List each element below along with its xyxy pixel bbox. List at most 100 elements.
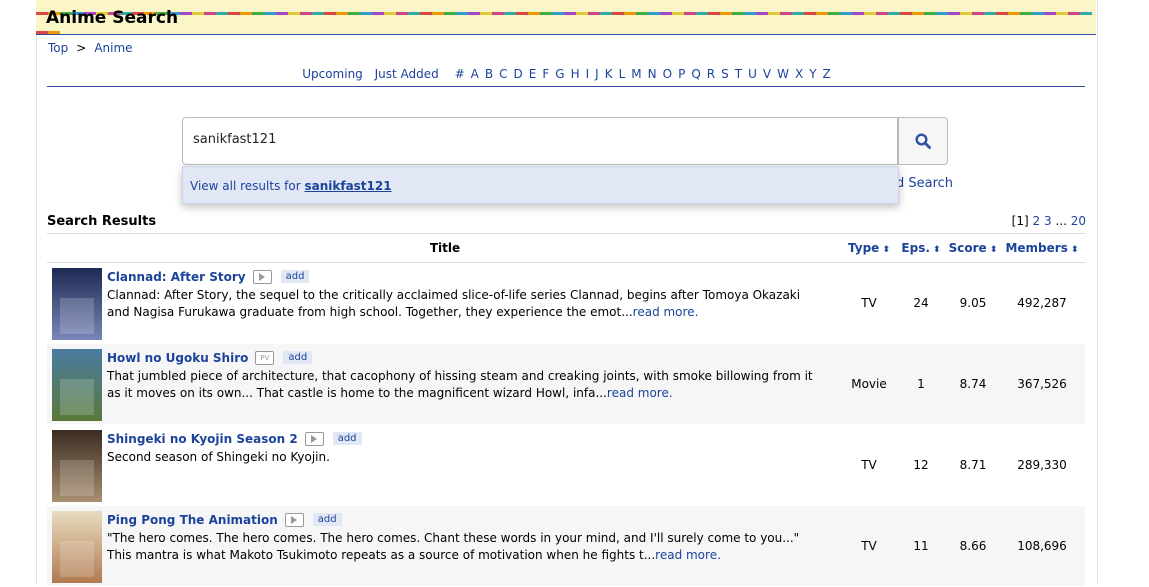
members-sort-header[interactable]: Members ⬍: [999, 233, 1085, 263]
stripe-segment: [792, 12, 804, 15]
letter-link-p[interactable]: P: [678, 67, 685, 81]
letter-link-s[interactable]: S: [721, 67, 729, 81]
read-more-link[interactable]: read more.: [633, 305, 699, 319]
pv-trailer-icon[interactable]: PV: [255, 350, 275, 365]
search-button[interactable]: [898, 117, 948, 165]
stripe-segment: [708, 12, 720, 15]
stripe-segment: [864, 12, 876, 15]
stripe-segment: [396, 12, 408, 15]
letter-navigation: Upcoming Just Added # A B C D E F G H I J K L M N O P Q R S…: [47, 67, 1085, 87]
stripe-segment: [276, 12, 288, 15]
synopsis: "The hero comes. The hero comes. The her…: [107, 530, 817, 564]
stripe-segment: [1068, 12, 1080, 15]
add-to-list-button[interactable]: add: [280, 270, 310, 283]
anime-title-link[interactable]: Shingeki no Kyojin Season 2: [107, 432, 298, 446]
letter-link-g[interactable]: G: [555, 67, 564, 81]
anime-title-link[interactable]: Ping Pong The Animation: [107, 513, 278, 527]
breadcrumb: Top > Anime: [48, 41, 133, 55]
stripe-segment: [516, 12, 528, 15]
add-to-list-button[interactable]: add: [283, 351, 313, 364]
play-trailer-icon[interactable]: [304, 431, 324, 446]
anime-thumbnail[interactable]: [52, 511, 102, 583]
letter-link-t[interactable]: T: [735, 67, 742, 81]
add-to-list-button[interactable]: add: [312, 513, 342, 526]
letter-link-h[interactable]: H: [571, 67, 580, 81]
members-cell: 367,526: [999, 343, 1085, 425]
stripe-segment: [432, 12, 444, 15]
type-sort-header[interactable]: Type ⬍: [843, 233, 895, 263]
letter-link-w[interactable]: W: [777, 67, 789, 81]
letter-link-k[interactable]: K: [605, 67, 613, 81]
add-to-list-button[interactable]: add: [332, 432, 362, 445]
result-row: Shingeki no Kyojin Season 2 add Second s…: [47, 424, 1085, 506]
title-info-cell: Ping Pong The Animation add "The hero co…: [107, 505, 843, 587]
letter-link-d[interactable]: D: [514, 67, 523, 81]
stripe-segment: [300, 12, 312, 15]
letter-link-r[interactable]: R: [707, 67, 715, 81]
score-cell: 9.05: [947, 262, 999, 344]
anime-title-link[interactable]: Clannad: After Story: [107, 270, 246, 284]
view-all-results-item[interactable]: View all results for sanikfast121: [190, 179, 392, 193]
page-3-link[interactable]: 3: [1044, 214, 1052, 228]
stripe-segment: [240, 12, 252, 15]
read-more-link[interactable]: read more.: [655, 548, 721, 562]
stripe-segment: [384, 12, 396, 15]
results-header-row: Title Type ⬍ Eps. ⬍ Score ⬍ Members ⬍: [47, 233, 1085, 263]
letter-link-q[interactable]: Q: [691, 67, 700, 81]
letter-link-b[interactable]: B: [485, 67, 493, 81]
letter-link-c[interactable]: C: [499, 67, 507, 81]
advanced-search-link[interactable]: d Search: [896, 176, 953, 191]
stripe-segment: [252, 12, 264, 15]
letter-link-hash[interactable]: #: [455, 67, 465, 81]
anime-thumbnail[interactable]: [52, 268, 102, 340]
page-2-link[interactable]: 2: [1033, 214, 1041, 228]
letter-link-y[interactable]: Y: [809, 67, 816, 81]
letter-link-i[interactable]: I: [586, 67, 590, 81]
breadcrumb-top-link[interactable]: Top: [48, 41, 68, 55]
stripe-segment: [612, 12, 624, 15]
stripe-segment: [660, 12, 672, 15]
stripe-segment: [984, 12, 996, 15]
anime-title-link[interactable]: Howl no Ugoku Shiro: [107, 351, 248, 365]
letter-link-x[interactable]: X: [795, 67, 803, 81]
letter-link-l[interactable]: L: [619, 67, 626, 81]
thumbnail-cell: [47, 343, 107, 425]
letter-link-e[interactable]: E: [529, 67, 537, 81]
stripe-segment: [492, 12, 504, 15]
search-input[interactable]: [193, 132, 883, 147]
sort-icon: ⬍: [1067, 245, 1079, 255]
page-header: Anime Search: [36, 0, 1096, 35]
read-more-link[interactable]: read more.: [607, 386, 673, 400]
letter-link-n[interactable]: N: [648, 67, 657, 81]
page-last-link[interactable]: 20: [1071, 214, 1086, 228]
letter-link-v[interactable]: V: [763, 67, 771, 81]
letter-link-a[interactable]: A: [471, 67, 479, 81]
upcoming-link[interactable]: Upcoming: [302, 67, 363, 81]
stripe-segment: [744, 12, 756, 15]
stripe-segment: [732, 12, 744, 15]
letter-link-m[interactable]: M: [631, 67, 641, 81]
score-header-label: Score: [948, 241, 987, 255]
just-added-link[interactable]: Just Added: [375, 67, 439, 81]
stripe-segment: [216, 12, 228, 15]
score-sort-header[interactable]: Score ⬍: [947, 233, 999, 263]
synopsis-text: Second season of Shingeki no Kyojin.: [107, 450, 330, 464]
letter-link-u[interactable]: U: [748, 67, 757, 81]
episodes-cell: 12: [895, 424, 947, 506]
episodes-cell: 1: [895, 343, 947, 425]
letter-link-j[interactable]: J: [595, 67, 599, 81]
page-ellipsis: ...: [1055, 214, 1067, 228]
play-trailer-icon[interactable]: [252, 269, 272, 284]
anime-thumbnail[interactable]: [52, 349, 102, 421]
stripe-segment: [468, 12, 480, 15]
breadcrumb-anime-link[interactable]: Anime: [94, 41, 132, 55]
search-suggestion-dropdown[interactable]: View all results for sanikfast121: [182, 166, 899, 204]
eps-sort-header[interactable]: Eps. ⬍: [895, 233, 947, 263]
play-trailer-icon[interactable]: [284, 512, 304, 527]
letter-link-z[interactable]: Z: [823, 67, 831, 81]
letter-link-f[interactable]: F: [542, 67, 549, 81]
stripe-segment: [312, 12, 324, 15]
letter-link-o[interactable]: O: [663, 67, 672, 81]
stripe-segment: [48, 31, 60, 34]
anime-thumbnail[interactable]: [52, 430, 102, 502]
